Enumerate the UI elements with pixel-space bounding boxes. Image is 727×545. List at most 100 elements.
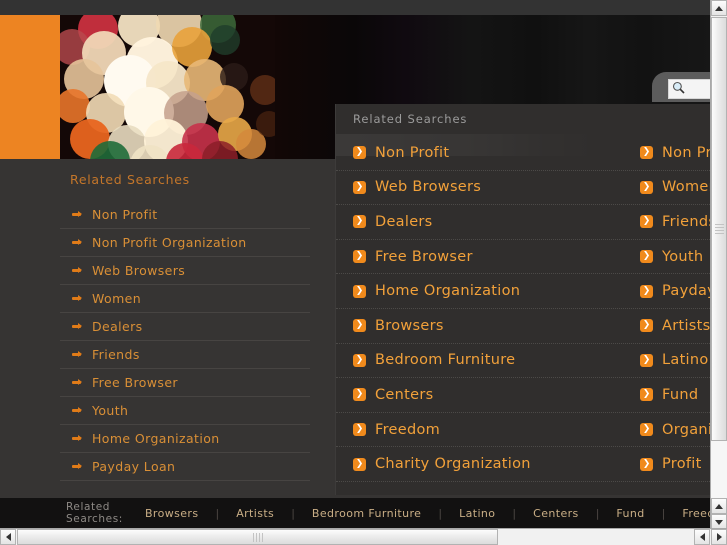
- banner-bokeh-image: [60, 15, 275, 159]
- overlay-item-left-4[interactable]: ❯ Home Organization: [336, 283, 631, 299]
- overlay-list: ❯ Non Profit ❯ Non Profit Organization ❯ Web …: [336, 136, 710, 482]
- overlay-item-label: Home Organization: [375, 283, 521, 300]
- related-searches-overlay: Related Searches ❯ Non Profit ❯ Non Profit …: [335, 104, 710, 495]
- overlay-item-left-7[interactable]: ❯ Centers: [336, 387, 631, 403]
- footer-separator: |: [512, 506, 517, 520]
- scroll-up-button[interactable]: [711, 0, 727, 16]
- footer-link-1[interactable]: Artists: [236, 507, 274, 520]
- overlay-item-right-3[interactable]: ❯ Youth: [631, 249, 710, 265]
- overlay-item-left-6[interactable]: ❯ Bedroom Furniture: [336, 352, 631, 368]
- sidebar-item-0[interactable]: Non Profit: [60, 201, 310, 229]
- overlay-row: ❯ Non Profit ❯ Non Profit Organization: [336, 136, 710, 171]
- footer-link-5[interactable]: Fund: [616, 507, 644, 520]
- sidebar-list: Non Profit Non Profit Organization Web Bro…: [60, 201, 310, 481]
- overlay-title: Related Searches: [353, 112, 468, 126]
- sidebar-item-label: Non Profit: [92, 207, 158, 222]
- overlay-item-right-0[interactable]: ❯ Non Profit Organization: [631, 145, 710, 161]
- overlay-item-left-3[interactable]: ❯ Free Browser: [336, 249, 631, 265]
- overlay-item-label: Artists: [662, 317, 710, 334]
- overlay-item-label: Browsers: [375, 317, 444, 334]
- footer-link-4[interactable]: Centers: [533, 507, 579, 520]
- overlay-row: ❯ Free Browser ❯ Youth: [336, 240, 710, 275]
- overlay-item-label: Charity Organization: [375, 456, 531, 473]
- overlay-item-right-6[interactable]: ❯ Latino: [631, 352, 710, 368]
- sidebar-item-4[interactable]: Dealers: [60, 313, 310, 341]
- sidebar-item-3[interactable]: Women: [60, 285, 310, 313]
- overlay-item-right-8[interactable]: ❯ Organization: [631, 422, 710, 438]
- sidebar-item-label: Free Browser: [92, 375, 178, 390]
- footer-related-searches: Related Searches: Browsers | Artists | Bedro…: [0, 498, 727, 528]
- sidebar-item-label: Women: [92, 291, 142, 306]
- footer-separator: |: [215, 506, 220, 520]
- sidebar-related-searches: Related Searches Non Profit Non Profit Or…: [60, 172, 310, 481]
- scroll-up-button-secondary[interactable]: [711, 498, 727, 514]
- overlay-item-left-9[interactable]: ❯ Charity Organization: [336, 456, 631, 472]
- overlay-item-right-1[interactable]: ❯ Women: [631, 179, 710, 195]
- arrow-bullet-icon: [72, 433, 83, 444]
- sidebar-item-label: Non Profit Organization: [92, 235, 247, 250]
- overlay-item-right-4[interactable]: ❯ Payday Loan: [631, 283, 710, 299]
- overlay-item-label: Latino: [662, 352, 709, 369]
- overlay-item-left-1[interactable]: ❯ Web Browsers: [336, 179, 631, 195]
- arrow-bullet-icon: [72, 349, 83, 360]
- scroll-left-button-secondary[interactable]: [694, 529, 710, 545]
- overlay-item-right-7[interactable]: ❯ Fund: [631, 387, 710, 403]
- sidebar-item-7[interactable]: Youth: [60, 397, 310, 425]
- chevron-right-badge-icon: ❯: [353, 284, 366, 298]
- scrollbar-grip: [715, 224, 724, 234]
- sidebar-item-label: Youth: [92, 403, 129, 418]
- footer-link-2[interactable]: Bedroom Furniture: [312, 507, 421, 520]
- triangle-left-icon: [699, 533, 705, 541]
- scrollbar-grip: [252, 532, 263, 542]
- footer-links: Browsers | Artists | Bedroom Furniture | Latin…: [145, 507, 727, 520]
- sidebar-item-1[interactable]: Non Profit Organization: [60, 229, 310, 257]
- overlay-item-label: Freedom: [375, 421, 441, 438]
- sidebar-title: Related Searches: [70, 172, 190, 187]
- overlay-item-left-0[interactable]: ❯ Non Profit: [336, 145, 631, 161]
- scroll-right-button[interactable]: [711, 529, 727, 545]
- overlay-item-label: Centers: [375, 386, 434, 403]
- footer-link-0[interactable]: Browsers: [145, 507, 199, 520]
- chevron-right-badge-icon: ❯: [640, 457, 653, 471]
- scroll-left-button[interactable]: [0, 529, 16, 545]
- overlay-item-right-2[interactable]: ❯ Friends: [631, 214, 710, 230]
- arrow-bullet-icon: [72, 405, 83, 416]
- overlay-row: ❯ Bedroom Furniture ❯ Latino: [336, 344, 710, 379]
- footer-link-3[interactable]: Latino: [459, 507, 495, 520]
- vertical-scrollbar[interactable]: [710, 0, 727, 530]
- overlay-row: ❯ Browsers ❯ Artists: [336, 309, 710, 344]
- overlay-row: ❯ Web Browsers ❯ Women: [336, 171, 710, 206]
- sidebar-item-2[interactable]: Web Browsers: [60, 257, 310, 285]
- overlay-item-left-5[interactable]: ❯ Browsers: [336, 318, 631, 334]
- sidebar-item-9[interactable]: Payday Loan: [60, 453, 310, 481]
- footer-title: Related Searches:: [66, 501, 123, 525]
- footer-separator: |: [438, 506, 443, 520]
- chevron-right-badge-icon: ❯: [640, 319, 653, 333]
- sidebar-item-6[interactable]: Free Browser: [60, 369, 310, 397]
- chevron-right-badge-icon: ❯: [640, 388, 653, 402]
- horizontal-scrollbar[interactable]: [0, 528, 727, 545]
- arrow-bullet-icon: [72, 461, 83, 472]
- chevron-right-badge-icon: ❯: [353, 215, 366, 229]
- search-tab[interactable]: [652, 72, 714, 102]
- vertical-scrollbar-thumb[interactable]: [711, 17, 727, 441]
- overlay-item-label: Web Browsers: [375, 179, 482, 196]
- overlay-item-left-8[interactable]: ❯ Freedom: [336, 422, 631, 438]
- overlay-item-left-2[interactable]: ❯ Dealers: [336, 214, 631, 230]
- chevron-right-badge-icon: ❯: [640, 250, 653, 264]
- sidebar-item-label: Web Browsers: [92, 263, 186, 278]
- overlay-item-label: Youth: [662, 248, 704, 265]
- overlay-item-right-5[interactable]: ❯ Artists: [631, 318, 710, 334]
- triangle-up-icon: [715, 503, 723, 509]
- overlay-item-label: Profit: [662, 456, 702, 473]
- arrow-bullet-icon: [72, 321, 83, 332]
- sidebar-item-5[interactable]: Friends: [60, 341, 310, 369]
- chevron-right-badge-icon: ❯: [353, 353, 366, 367]
- search-input[interactable]: [668, 79, 714, 99]
- overlay-item-right-9[interactable]: ❯ Profit: [631, 456, 710, 472]
- arrow-bullet-icon: [72, 237, 83, 248]
- chevron-right-badge-icon: ❯: [640, 180, 653, 194]
- sidebar-item-8[interactable]: Home Organization: [60, 425, 310, 453]
- horizontal-scrollbar-thumb[interactable]: [17, 529, 498, 545]
- chevron-right-badge-icon: ❯: [353, 250, 366, 264]
